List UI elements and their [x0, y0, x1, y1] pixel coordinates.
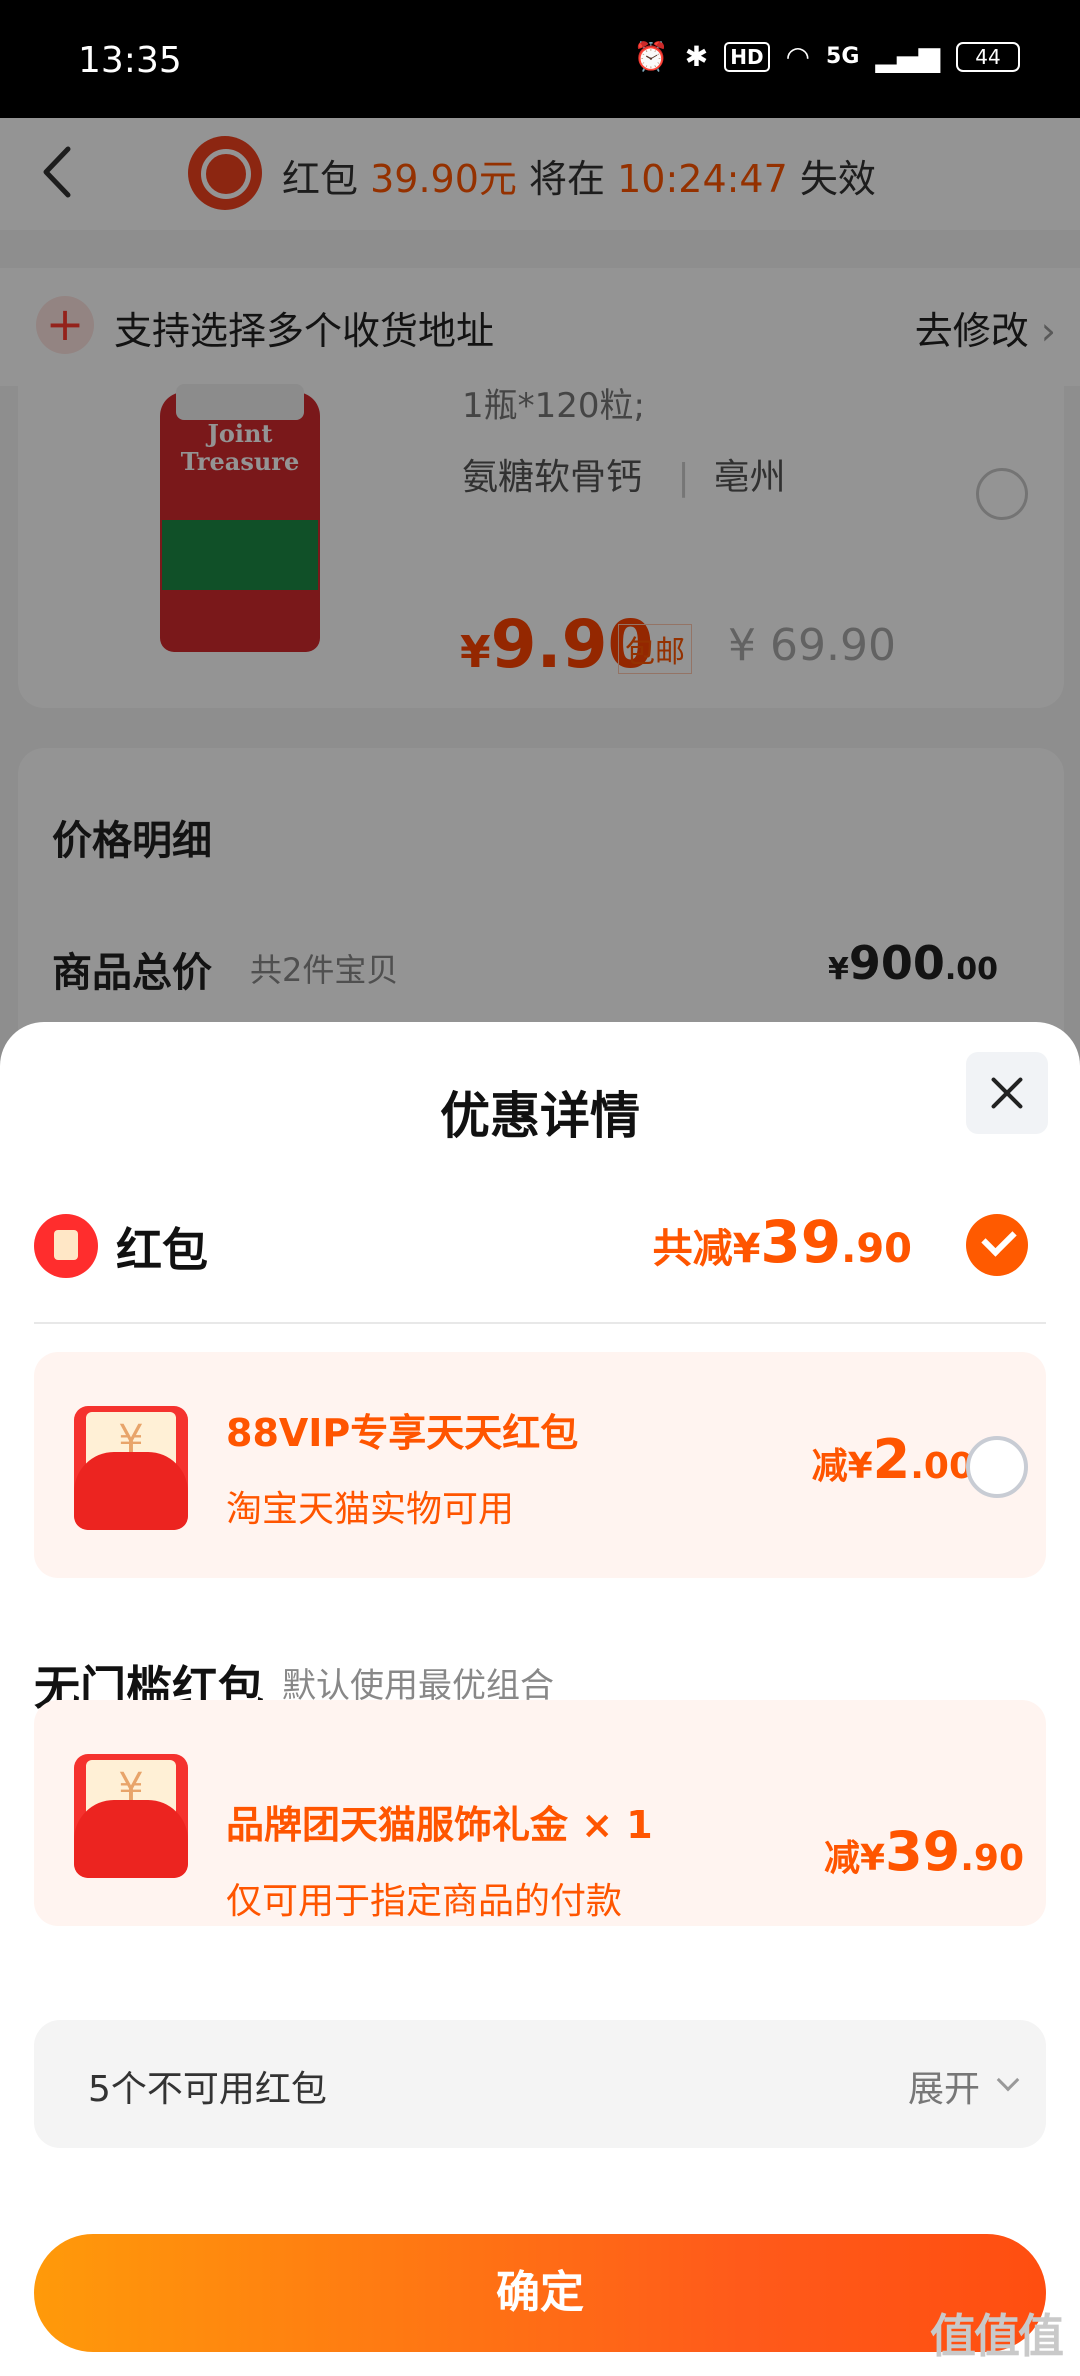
- bluetooth-icon: ✱: [684, 40, 709, 73]
- red-packet-label: 红包: [116, 1223, 208, 1277]
- coupon-radio[interactable]: [966, 1436, 1028, 1498]
- expand-label[interactable]: 展开: [908, 2060, 980, 2112]
- checked-icon[interactable]: [966, 1214, 1028, 1276]
- network-label: 5G: [826, 44, 860, 69]
- coupon-amount: 减¥2.00: [811, 1428, 974, 1491]
- alarm-icon: ⏰: [633, 40, 669, 73]
- total-discount: 共减¥39.90: [652, 1208, 912, 1276]
- sheet-title: 优惠详情: [440, 1087, 640, 1145]
- status-time: 13:35: [78, 40, 182, 81]
- signal-icon: ▂▄▆: [875, 40, 940, 73]
- battery-icon: 44: [956, 41, 1020, 72]
- coupon-title: 88VIP专享天天红包: [226, 1411, 579, 1455]
- red-envelope-icon: ¥: [74, 1754, 188, 1878]
- red-packet-icon: [34, 1214, 98, 1278]
- status-icons: ⏰ ✱ HD ◠ 5G ▂▄▆ 44: [634, 40, 1020, 73]
- divider: [34, 1322, 1046, 1324]
- coupon-title: 品牌团天猫服饰礼金 × 1: [226, 1803, 653, 1847]
- coupon-subtitle: 淘宝天猫实物可用: [226, 1489, 515, 1530]
- unavailable-count: 5个不可用红包: [88, 2069, 327, 2110]
- confirm-button[interactable]: 确定: [34, 2234, 1046, 2352]
- close-icon[interactable]: [966, 1052, 1048, 1134]
- wifi-icon: ◠: [785, 40, 811, 73]
- coupon-amount: 减¥39.90: [824, 1820, 1024, 1883]
- status-bar: 13:35 ⏰ ✱ HD ◠ 5G ▂▄▆ 44: [0, 0, 1080, 118]
- hd-icon: HD: [724, 41, 770, 72]
- red-envelope-icon: ¥: [74, 1406, 188, 1530]
- watermark: 值值值: [930, 2309, 1064, 2363]
- coupon-subtitle: 仅可用于指定商品的付款: [226, 1881, 623, 1922]
